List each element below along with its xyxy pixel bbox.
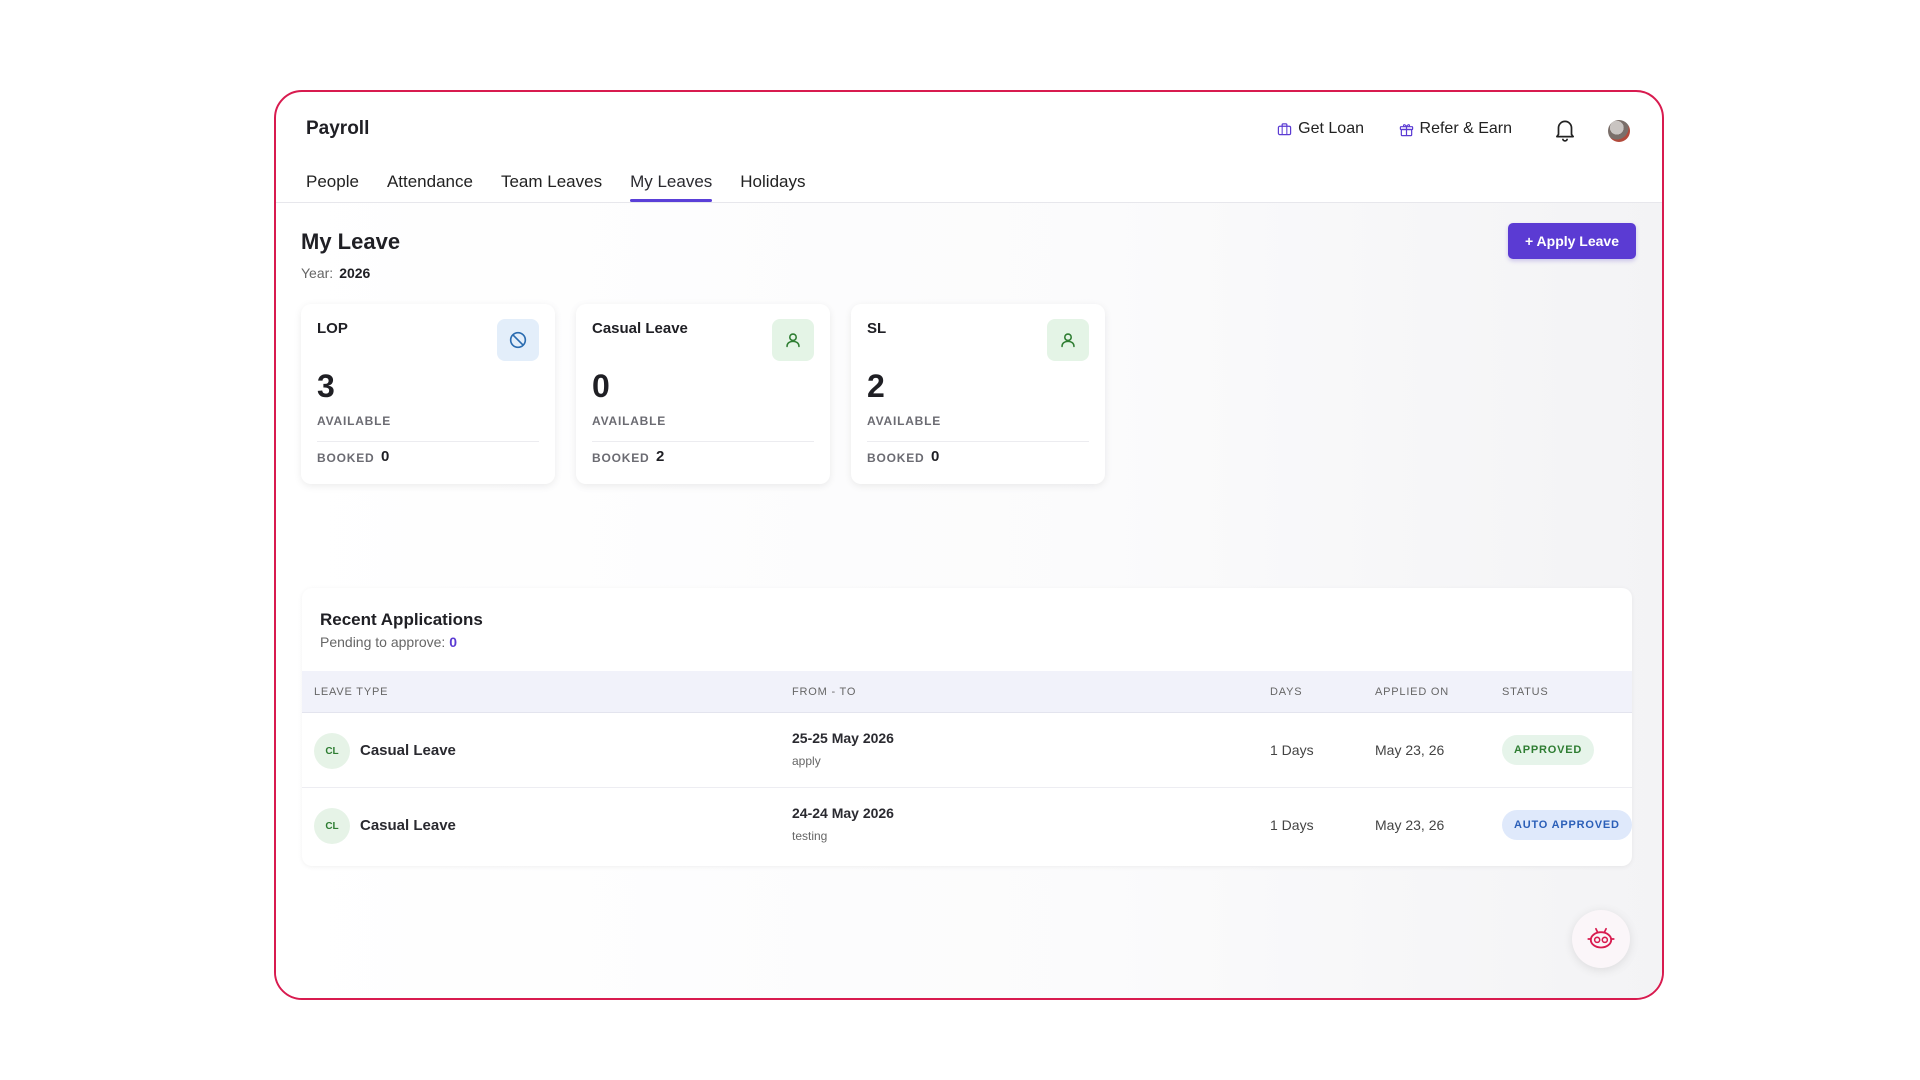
tab-team-leaves[interactable]: Team Leaves [501,168,602,202]
leave-type-badge: CL [314,733,350,769]
refer-earn-link[interactable]: Refer & Earn [1399,120,1512,138]
available-count: 2 [867,368,885,404]
leave-type: Casual Leave [360,742,456,759]
available-label: AVAILABLE [867,414,942,428]
pending-label: Pending to approve: [320,634,446,650]
date-range: 25-25 May 2026 [792,730,894,746]
refer-earn-label: Refer & Earn [1419,120,1512,137]
leave-reason: testing [792,829,828,843]
get-loan-label: Get Loan [1298,120,1364,137]
app-title: Payroll [306,118,370,139]
booked-label: BOOKED [867,451,925,465]
tab-people[interactable]: People [306,168,359,202]
recent-applications-title: Recent Applications [320,610,483,629]
card-divider [592,441,814,442]
card-title: Casual Leave [592,320,688,337]
leave-card-sl: SL 2 AVAILABLE BOOKED 0 [851,304,1105,484]
booked-label: BOOKED [592,451,650,465]
booked-label: BOOKED [317,451,375,465]
recent-applications-panel: Recent Applications Pending to approve: … [302,588,1632,866]
card-divider [317,441,539,442]
days-count: 1 Days [1270,742,1314,758]
booked-count: 2 [656,448,665,465]
column-header-status: STATUS [1502,686,1549,698]
person-icon [1047,319,1089,361]
year-label: Year: [301,265,334,281]
header-actions: Get Loan Refer & Earn [1262,92,1662,156]
available-count: 0 [592,368,610,404]
days-count: 1 Days [1270,817,1314,833]
status-badge: AUTO APPROVED [1502,810,1632,840]
applied-on-date: May 23, 26 [1375,742,1445,758]
chatbot-button[interactable] [1572,910,1630,968]
booked-count: 0 [931,448,940,465]
page-title: My Leave [301,229,401,254]
available-count: 3 [317,368,335,404]
pending-count: 0 [449,634,458,650]
gift-icon [1399,123,1413,136]
user-avatar[interactable] [1608,120,1630,142]
app-window: Payroll Get Loan Refer & Earn People Att… [274,90,1664,1000]
main-content: My Leave Year: 2026 + Apply Leave LOP 3 A… [276,203,1662,998]
person-icon [772,319,814,361]
date-range: 24-24 May 2026 [792,805,894,821]
card-title: LOP [317,320,348,337]
table-header: LEAVE TYPE FROM - TO DAYS APPLIED ON STA… [302,671,1632,713]
column-header-from-to: FROM - TO [792,686,857,698]
year-row: Year: 2026 [301,265,370,281]
available-label: AVAILABLE [592,414,667,428]
get-loan-link[interactable]: Get Loan [1277,120,1364,138]
pending-approve: Pending to approve: 0 [320,634,457,650]
nav-tabs: People Attendance Team Leaves My Leaves … [306,168,1662,202]
card-title: SL [867,320,887,337]
tab-attendance[interactable]: Attendance [387,168,473,202]
column-header-days: DAYS [1270,686,1303,698]
year-value: 2026 [339,265,371,281]
notification-bell-icon[interactable] [1552,116,1578,142]
column-header-applied-on: APPLIED ON [1375,686,1450,698]
available-label: AVAILABLE [317,414,392,428]
table-row[interactable]: CL Casual Leave 24-24 May 2026 testing 1… [302,788,1632,863]
leave-reason: apply [792,754,821,768]
leave-type: Casual Leave [360,817,456,834]
top-bar: Payroll Get Loan Refer & Earn [276,92,1662,156]
leave-type-badge: CL [314,808,350,844]
tab-holidays[interactable]: Holidays [740,168,805,202]
robot-icon [1587,927,1615,949]
booked-count: 0 [381,448,390,465]
card-divider [867,441,1089,442]
apply-leave-button[interactable]: + Apply Leave [1508,223,1636,259]
status-badge: APPROVED [1502,735,1595,765]
block-icon [497,319,539,361]
briefcase-icon [1277,122,1292,135]
leave-card-lop: LOP 3 AVAILABLE BOOKED 0 [301,304,555,484]
applied-on-date: May 23, 26 [1375,817,1445,833]
leave-card-casual: Casual Leave 0 AVAILABLE BOOKED 2 [576,304,830,484]
column-header-leave-type: LEAVE TYPE [314,686,389,698]
table-row[interactable]: CL Casual Leave 25-25 May 2026 apply 1 D… [302,713,1632,788]
tab-my-leaves[interactable]: My Leaves [630,168,713,202]
